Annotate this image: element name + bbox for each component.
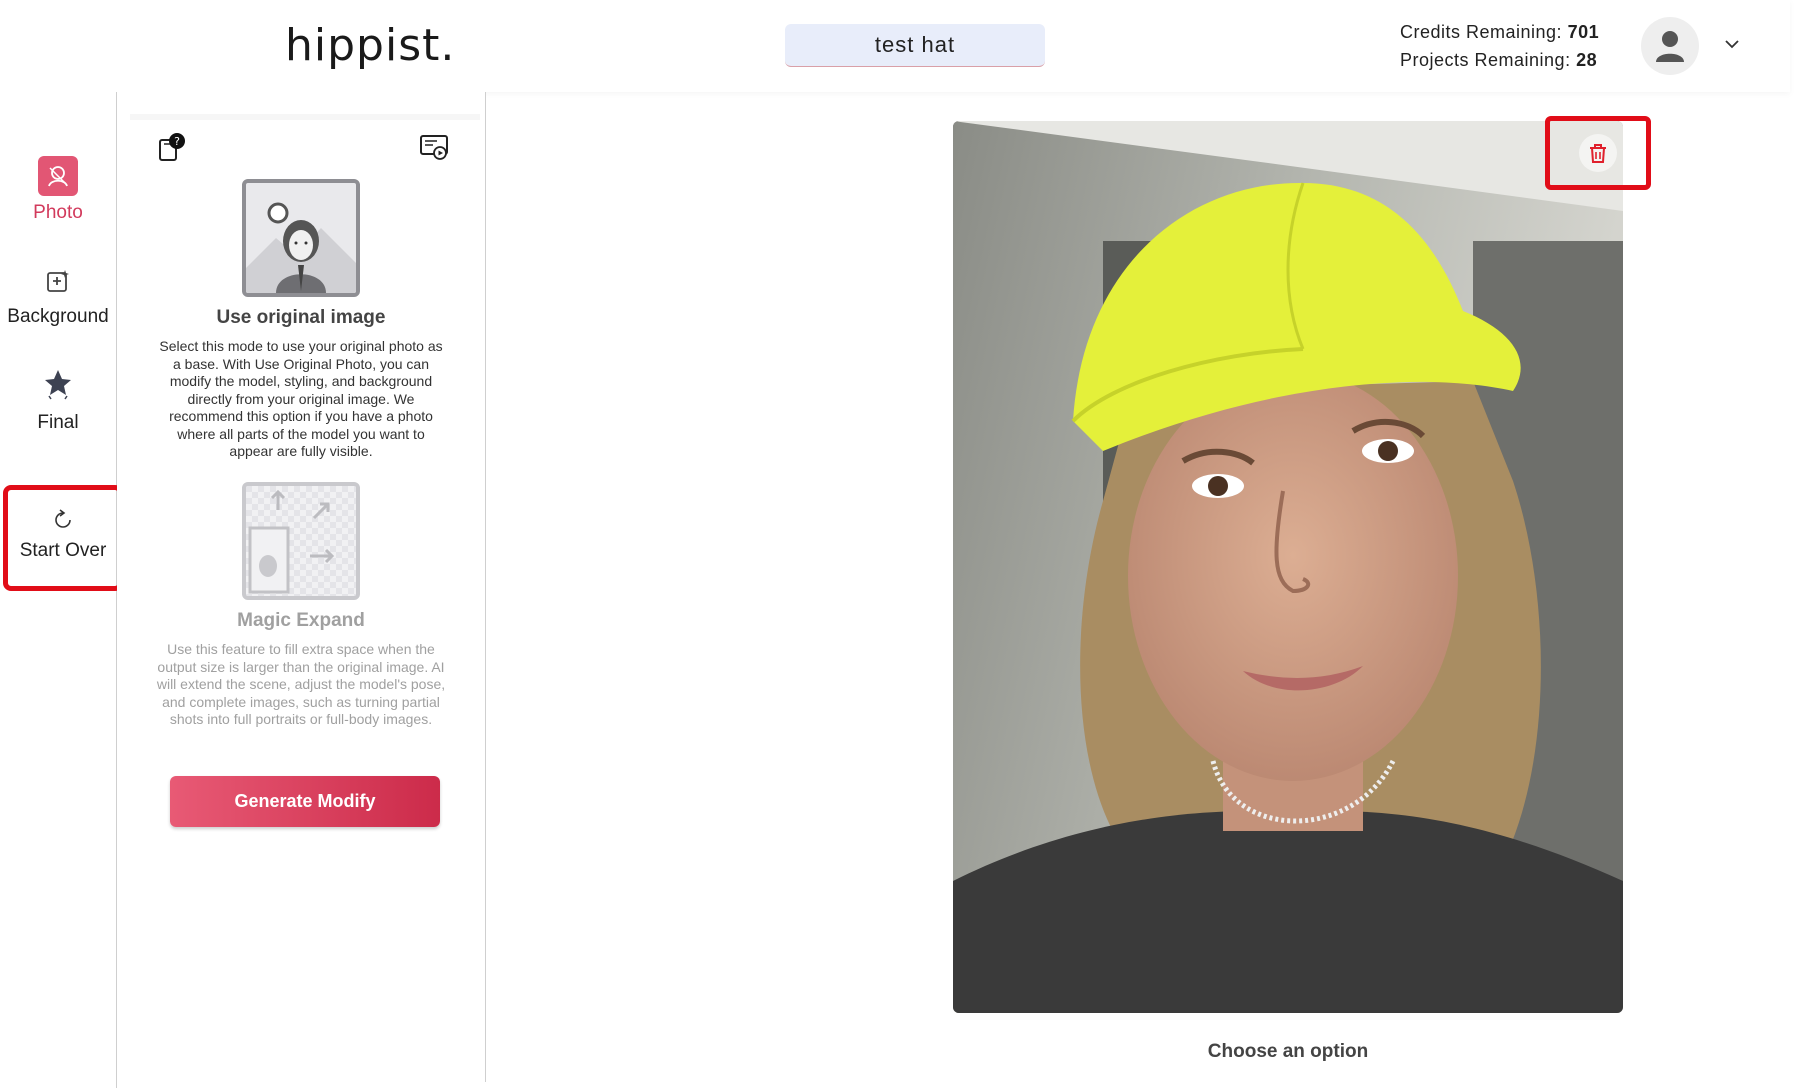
photo-icon — [38, 156, 78, 196]
help-icon[interactable]: ? — [157, 132, 187, 162]
sidebar-item-photo[interactable]: Photo — [0, 156, 116, 224]
video-tutorial-icon[interactable] — [419, 132, 449, 162]
sidebar-item-label: Final — [37, 412, 79, 433]
mode-panel: ? Use original image Select this mode to… — [117, 92, 486, 1082]
projects-label: Projects Remaining: — [1400, 50, 1571, 70]
project-name-field[interactable]: test hat — [785, 24, 1045, 67]
choose-option-label: Choose an option — [1207, 1041, 1369, 1062]
sidebar-item-label: Background — [7, 306, 109, 327]
magic-expand-option[interactable] — [242, 482, 360, 600]
usage-summary: Credits Remaining: 701 Projects Remainin… — [1400, 18, 1599, 74]
sidebar-item-label: Photo — [33, 202, 83, 223]
projects-remaining: Projects Remaining: 28 — [1400, 46, 1599, 74]
sidebar-item-background[interactable]: Background — [0, 268, 116, 328]
trash-icon — [1590, 144, 1606, 163]
delete-photo-button[interactable] — [1545, 116, 1651, 190]
top-bar: hippist. test hat Credits Remaining: 701… — [0, 0, 1790, 92]
panel-divider — [130, 114, 480, 120]
user-icon — [1656, 31, 1684, 62]
uploaded-photo — [953, 121, 1623, 1013]
portrait-icon — [246, 202, 356, 293]
use-original-image-description: Select this mode to use your original ph… — [159, 338, 443, 459]
chevron-down-icon[interactable] — [1722, 34, 1742, 54]
magic-expand-title: Magic Expand — [237, 610, 365, 631]
use-original-image-title: Use original image — [216, 307, 386, 328]
sidebar-item-final[interactable]: Final — [0, 368, 116, 434]
refresh-icon — [55, 509, 71, 528]
generate-modify-button[interactable]: Generate Modify — [170, 776, 440, 827]
start-over-label: Start Over — [19, 540, 107, 561]
delete-button-bg — [1579, 134, 1617, 172]
logo[interactable]: hippist. — [285, 20, 455, 71]
avatar[interactable] — [1641, 17, 1699, 75]
credits-value: 701 — [1567, 22, 1600, 42]
credits-label: Credits Remaining: — [1400, 22, 1563, 42]
use-original-image-option[interactable] — [242, 179, 360, 297]
projects-value: 28 — [1576, 50, 1598, 70]
magic-expand-description: Use this feature to fill extra space whe… — [156, 641, 446, 727]
start-over-button[interactable]: Start Over — [3, 485, 123, 591]
final-icon — [45, 370, 71, 400]
credits-remaining: Credits Remaining: 701 — [1400, 18, 1599, 46]
background-icon — [47, 270, 69, 292]
portrait-photo — [953, 121, 1623, 1013]
expand-icon — [246, 486, 356, 596]
svg-text:?: ? — [174, 135, 180, 148]
